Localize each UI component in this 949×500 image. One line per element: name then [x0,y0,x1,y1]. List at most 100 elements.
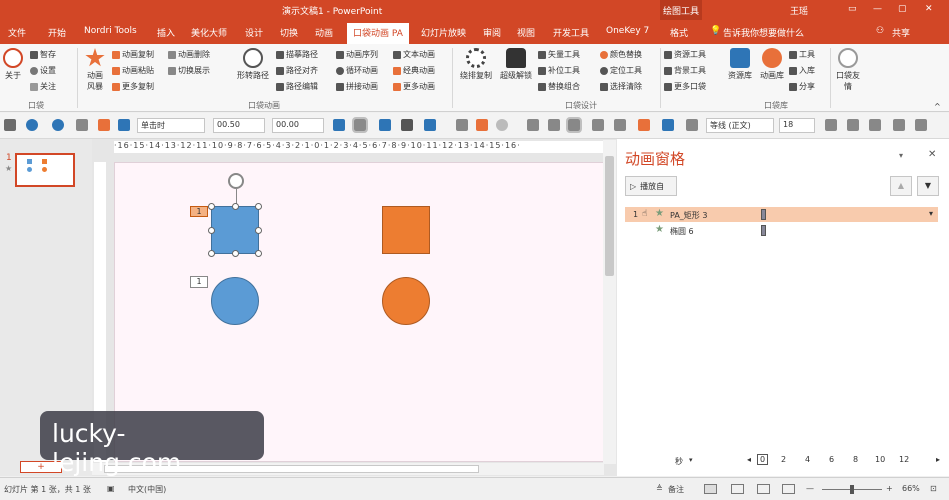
redo-icon[interactable] [52,119,64,131]
normal-view-icon[interactable] [704,484,717,494]
pane-menu-icon[interactable]: ▾ [899,151,903,160]
share-lib-button[interactable]: 分享 [789,81,815,92]
resize-handle[interactable] [255,250,262,257]
wrap-copy-button[interactable]: 绕排复制 [457,48,495,81]
text-direction-icon[interactable] [869,119,881,131]
timeline-right-icon[interactable]: ▸ [936,455,940,464]
vector-tool-button[interactable]: 矢量工具 [538,49,580,60]
item-dropdown-icon[interactable]: ▾ [929,209,933,218]
tab-file[interactable]: 文件 [8,26,26,39]
anim-storm-button[interactable]: 动画 风暴 [82,48,108,92]
path-edit-button[interactable]: 路径编辑 [276,81,318,92]
decrease-font-icon[interactable] [847,119,859,131]
color-replace-button[interactable]: 颜色替换 [600,49,642,60]
fit-window-icon[interactable]: ⊡ [930,484,937,493]
format-painter-icon[interactable] [98,119,110,131]
slideshow-view-icon[interactable] [782,484,795,494]
tell-me-search[interactable]: 告诉我你想要做什么 [723,26,804,39]
tab-insert[interactable]: 插入 [157,26,175,39]
move-down-icon[interactable]: ▼ [917,176,939,196]
spellcheck-icon[interactable]: ▣ [107,484,115,493]
present-icon[interactable] [76,119,88,131]
anim-delete-button[interactable]: 动画删除 [168,49,210,60]
settings-button[interactable]: 设置 [30,65,56,76]
switch-show-button[interactable]: 切换展示 [168,65,210,76]
share-icon[interactable]: ⚇ [876,26,884,36]
anim-copy-button[interactable]: 动画复制 [112,49,154,60]
seconds-dropdown-icon[interactable]: ▾ [689,456,693,464]
justify-icon[interactable] [592,119,604,131]
more-options-icon[interactable] [915,119,927,131]
combine-anim-button[interactable]: 拼接动画 [336,81,378,92]
paint-icon[interactable] [476,119,488,131]
notes-icon[interactable]: ≜ [656,484,663,493]
about-button[interactable]: 关于 [3,48,23,81]
tab-pocket-animation[interactable]: 口袋动画 PA [347,23,409,44]
vertical-scrollbar[interactable] [603,140,616,464]
anim-seq-button[interactable]: 动画序列 [336,49,378,60]
zoom-out-icon[interactable]: — [806,484,814,493]
tab-view[interactable]: 视图 [517,26,535,39]
image-icon[interactable] [401,119,413,131]
classic-anim-button[interactable]: 经典动画 [393,65,435,76]
replace-combo-button[interactable]: 替换组合 [538,81,580,92]
seconds-label[interactable]: 秒 [675,456,683,467]
loop-anim-button[interactable]: 循环动画 [336,65,378,76]
list-icon[interactable] [527,119,539,131]
ribbon-options-icon[interactable]: ▭ [848,4,857,14]
undo-icon[interactable] [26,119,38,131]
tab-format[interactable]: 格式 [670,26,688,39]
timing-bar[interactable] [761,209,766,220]
language-indicator[interactable]: 中文(中国) [128,484,166,495]
animation-item-selected[interactable]: 1 ☝ ★ PA_矩形 3 ▾ [625,207,938,222]
text-anim-button[interactable]: 文本动画 [393,49,435,60]
trigger-icon[interactable] [379,119,391,131]
timeline-left-icon[interactable]: ◂ [747,455,751,464]
minimize-icon[interactable]: — [873,4,882,14]
add-animation-icon[interactable] [333,119,345,131]
zoom-level[interactable]: 66% [902,484,920,493]
patch-tool-button[interactable]: 补位工具 [538,65,580,76]
tab-developer[interactable]: 开发工具 [553,26,589,39]
maximize-icon[interactable]: ▢ [898,4,907,14]
tab-home[interactable]: 开始 [48,26,66,39]
resize-handle[interactable] [255,227,262,234]
focus-button[interactable]: 关注 [30,81,56,92]
save-icon[interactable] [4,119,16,131]
share-button[interactable]: 共享 [892,26,910,39]
increase-font-icon[interactable] [825,119,837,131]
tools-button[interactable]: 工具 [789,49,815,60]
notes-button[interactable]: 备注 [668,484,684,495]
tab-animations[interactable]: 动画 [315,26,333,39]
slide-thumbnail[interactable] [15,153,75,187]
resize-handle[interactable] [208,203,215,210]
tab-nordri[interactable]: Nordri Tools [84,26,137,36]
font-select[interactable]: 等线 (正文) [706,118,774,133]
tab-beautify[interactable]: 美化大师 [191,26,227,39]
anim-paste-button[interactable]: 动画粘贴 [112,65,154,76]
more-copy-button[interactable]: 更多复制 [112,81,154,92]
select-clear-button[interactable]: 选择清除 [600,81,642,92]
font-size-select[interactable]: 18 [779,118,815,133]
more-anim-button[interactable]: 更多动画 [393,81,435,92]
resource-tool-button[interactable]: 资源工具 [664,49,706,60]
tab-review[interactable]: 审阅 [483,26,501,39]
duration-input[interactable]: 00.50 [213,118,265,133]
pocket-friend-button[interactable]: 口袋友 情 [834,48,862,92]
resize-handle[interactable] [208,250,215,257]
shapes-icon[interactable] [424,119,436,131]
zoom-in-icon[interactable]: + [886,484,893,493]
line-color-icon[interactable] [662,119,674,131]
timeline-scale[interactable]: 0 2 4 6 8 10 12 [757,454,942,467]
arrange-icon[interactable] [118,119,130,131]
scroll-thumb[interactable] [605,156,614,276]
tab-onekey[interactable]: OneKey 7 [606,26,649,36]
align-left-icon[interactable] [548,119,560,131]
animation-painter-icon[interactable] [352,117,368,133]
orange-circle[interactable] [382,277,430,325]
smart-button[interactable]: 智存 [30,49,56,60]
anim-lib-button[interactable]: 动画库 [756,48,788,81]
user-name[interactable]: 王瑶 [790,4,808,17]
pane-close-icon[interactable]: ✕ [928,149,936,160]
rotate-handle-icon[interactable] [228,173,244,189]
